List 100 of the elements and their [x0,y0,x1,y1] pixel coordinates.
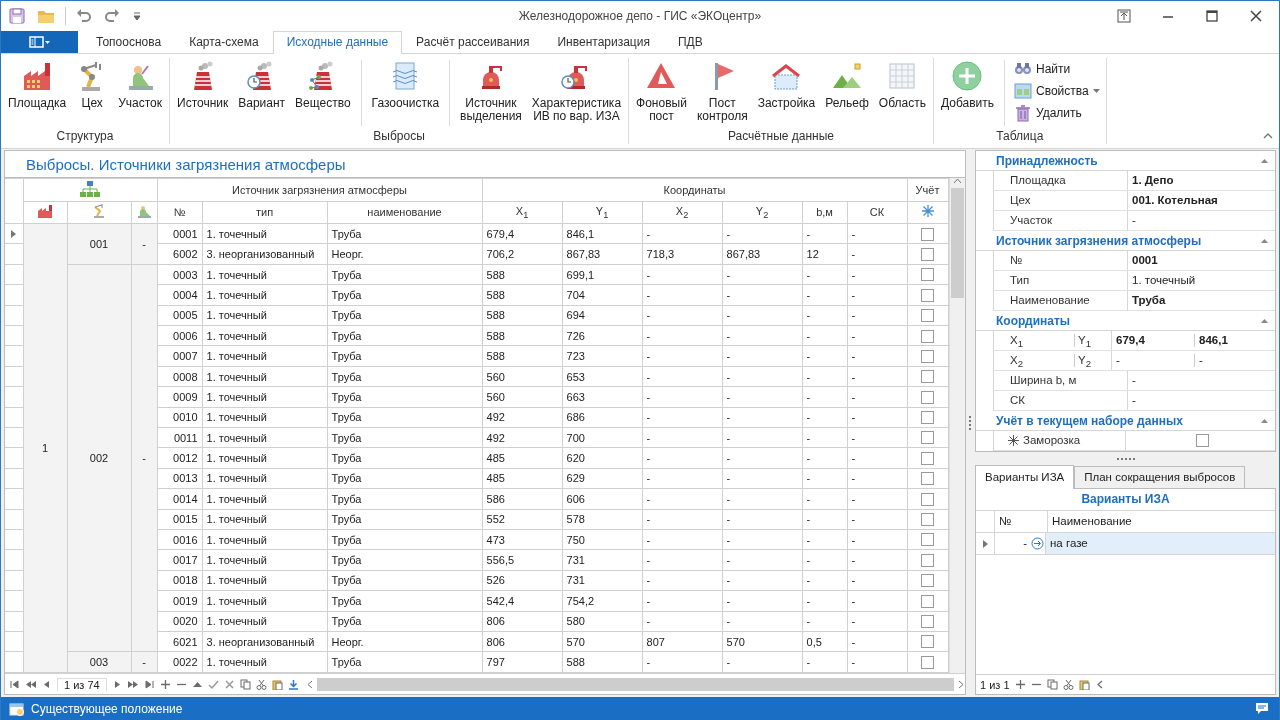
ribbon-button[interactable]: Найти [1010,58,1104,80]
table-cell: - [722,488,803,510]
ribbon-tab[interactable]: Карта-схема [175,31,273,53]
first-icon [9,678,20,690]
table-cell: - [994,533,1029,554]
checkbox[interactable] [921,574,935,588]
property-label: № [994,251,1128,270]
table-cell: - [642,529,723,550]
ribbon-button[interactable]: Источник [172,58,234,110]
save-button[interactable] [7,6,27,26]
table-cell: - [847,386,908,408]
table-cell: 485 [482,468,563,489]
table-cell: 570 [562,631,643,652]
checkbox[interactable] [921,615,935,628]
ribbon-button[interactable]: Площадка [3,58,72,110]
property-label: Участок [994,211,1128,230]
ribbon-tab[interactable]: Топооснова [82,31,176,53]
ribbon-button[interactable]: Рельеф [820,58,874,110]
ribbon-button[interactable]: Цех [71,58,114,110]
table-cell: 731 [562,570,643,591]
table-cell: 1. точечный [202,509,328,530]
row-header[interactable] [5,223,23,244]
ribbon-tab[interactable]: ПДВ [663,31,717,53]
checkbox[interactable] [921,655,935,669]
property-label: Y$_{2}$ [1077,353,1091,370]
table-cell: - [722,305,803,326]
table-cell: 797 [482,651,563,673]
ribbon-button[interactable]: Область [873,58,931,110]
table-cell: - [722,590,803,611]
ribbon-tab[interactable]: Исходные данные [272,31,403,54]
table-cell: - [722,447,803,469]
table-cell: - [847,284,908,306]
checkbox[interactable] [921,309,935,323]
checkbox[interactable] [921,247,935,261]
table-cell: - [642,549,723,571]
tab[interactable]: План сокращения выбросов [1074,466,1246,488]
table-cell: 731 [562,549,643,571]
ribbon-button[interactable]: Вещество [290,58,356,110]
table-cell: 0019 [157,590,203,611]
comment-icon [1255,702,1269,715]
table-cell: - [847,631,908,652]
table-cell: Труба [327,284,483,306]
property-label: Наименование [994,291,1128,310]
app-menu-button[interactable] [1,31,78,53]
checkbox[interactable] [921,268,935,282]
table-cell: - [847,549,908,571]
download-icon [287,678,299,690]
ribbon-button[interactable]: Удалить [1010,102,1104,124]
table-cell: 0011 [157,427,203,448]
trash-icon [1014,104,1032,122]
checkbox[interactable] [921,227,935,241]
table-cell: 699,1 [562,264,643,285]
ribbon-tab[interactable]: Инвентаризация [543,31,664,53]
checkbox[interactable] [921,513,935,527]
checkbox[interactable] [921,349,935,363]
ribbon-button[interactable]: Фоновый пост [631,58,692,123]
window-title: Железнодорожное депо - ГИС «ЭКОцентр» [517,9,763,23]
checkbox[interactable] [921,553,935,567]
ribbon-button[interactable]: Газоочистка [366,58,445,110]
ribbon-button[interactable]: Источник выделения [455,58,527,123]
ribbon-button[interactable]: Характеристика ИВ по вар. ИЗА [526,58,627,123]
group-label: Выбросы [372,128,426,144]
section-header[interactable]: Координаты [996,313,1071,328]
table-cell: - [802,468,848,489]
checkbox[interactable] [921,370,935,384]
section-header[interactable]: Принадлежность [996,153,1098,168]
section-header[interactable]: Источник загрязнения атмосферы [996,233,1202,248]
table-cell: Неорг. [327,631,483,652]
checkbox[interactable] [921,492,935,506]
table-cell: 718,3 [642,244,723,265]
dropdown-button[interactable]: Свойства [1010,80,1104,102]
table-cell: - [847,529,908,550]
tab[interactable]: Варианты ИЗА [975,465,1075,489]
checkbox[interactable] [921,390,935,404]
checkbox[interactable] [921,431,935,445]
checkbox[interactable] [921,594,935,608]
checkbox[interactable] [921,533,935,547]
ribbon-button[interactable]: Участок [113,58,167,110]
checkbox[interactable] [921,451,935,465]
ribbon-button[interactable]: Пост контроля [691,58,753,123]
table-cell: - [847,223,908,244]
table-cell: - [802,529,848,550]
table-cell: - [642,427,723,448]
ribbon-button[interactable]: Добавить [935,58,999,110]
ribbon-button[interactable]: Застройка [752,58,821,110]
table-cell: 588 [482,345,563,367]
checkbox[interactable] [1196,434,1209,448]
checkbox[interactable] [921,411,935,425]
checkbox[interactable] [921,472,935,486]
ribbon-tab[interactable]: Расчёт рассеивания [402,31,544,53]
table-cell: - [642,325,723,346]
table-cell: - [802,386,848,408]
checkbox[interactable] [921,329,935,343]
checkbox[interactable] [921,635,935,649]
checkbox[interactable] [921,288,935,302]
caret-icon [1092,89,1100,93]
scrollbar-thumb[interactable] [950,188,964,298]
ribbon-button[interactable]: Вариант [233,58,291,110]
customize-menu-button[interactable] [130,9,144,23]
section-header[interactable]: Учёт в текущем наборе данных [996,413,1183,428]
